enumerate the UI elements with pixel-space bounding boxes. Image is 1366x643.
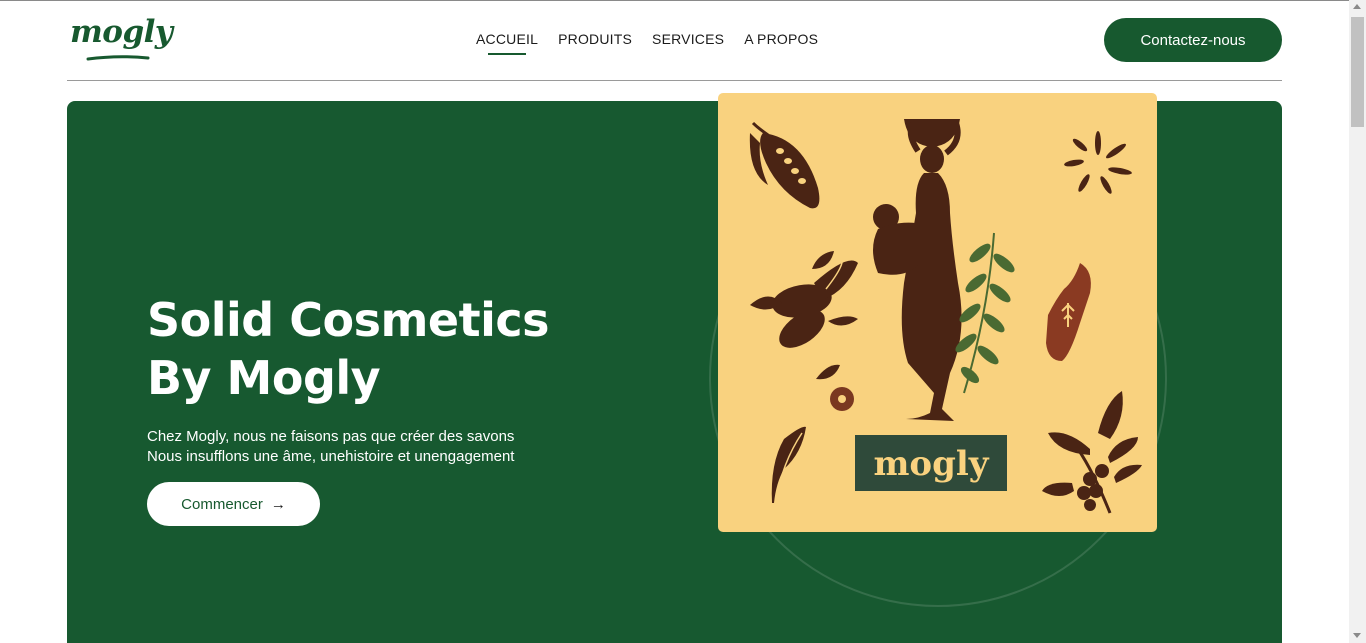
hero-subtitle-line-1: Chez Mogly, nous ne faisons pas que crée…	[147, 428, 515, 445]
nav-item-services[interactable]: SERVICES	[652, 31, 724, 47]
logo-swoosh-icon	[86, 55, 150, 61]
woman-silhouette-icon	[873, 119, 962, 421]
window-top-border	[0, 0, 1349, 1]
poster-label-text: mogly	[873, 444, 989, 484]
scroll-up-icon[interactable]	[1353, 4, 1361, 9]
hero-subtitle-line-2: Nous insufflons une âme, unehistoire et …	[147, 448, 515, 465]
cacao-beans-icon	[750, 251, 858, 348]
coffee-branch-icon	[1042, 391, 1142, 514]
arrow-right-icon: →	[270, 495, 286, 513]
brand-logo-text: mogly	[70, 14, 173, 50]
illustration-artwork: mogly	[749, 119, 1142, 514]
hero-illustration: mogly	[718, 93, 1157, 532]
scroll-thumb[interactable]	[1351, 17, 1364, 127]
nut-icon	[830, 387, 854, 411]
hero-title-line-2: By Mogly	[147, 351, 381, 405]
start-button[interactable]: Commencer →	[147, 482, 320, 526]
star-anise-icon	[1064, 131, 1132, 194]
scroll-down-icon[interactable]	[1353, 633, 1361, 638]
nav-item-a-propos[interactable]: A PROPOS	[744, 31, 818, 47]
nav-item-accueil[interactable]: ACCUEIL	[476, 31, 538, 55]
hero-title: Solid Cosmetics By Mogly	[147, 291, 627, 407]
madagascar-map-icon	[1046, 263, 1091, 361]
main-nav: ACCUEIL PRODUITS SERVICES A PROPOS	[476, 31, 818, 55]
hero-subtitle: Chez Mogly, nous ne faisons pas que crée…	[147, 427, 607, 467]
fern-leaf-icon	[955, 232, 1015, 394]
small-leaf-icon	[816, 364, 840, 380]
leaf-branch-icon	[771, 426, 806, 503]
page-scrollbar[interactable]	[1349, 0, 1366, 643]
contact-button[interactable]: Contactez-nous	[1104, 18, 1282, 62]
hero-title-line-1: Solid Cosmetics	[147, 293, 550, 347]
cacao-pod-icon	[749, 121, 820, 209]
nav-item-produits[interactable]: PRODUITS	[558, 31, 632, 47]
brand-logo[interactable]: mogly	[70, 14, 173, 66]
header-divider	[67, 80, 1282, 81]
start-button-label: Commencer	[181, 495, 263, 513]
